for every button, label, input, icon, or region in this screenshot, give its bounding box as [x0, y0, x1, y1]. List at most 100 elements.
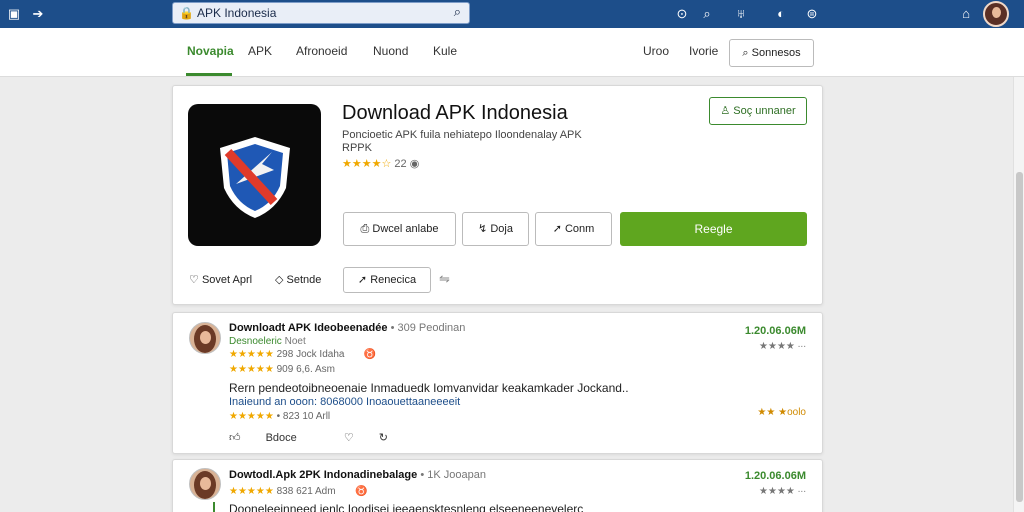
nav-item-apk[interactable]: APK — [248, 44, 272, 58]
save-button[interactable]: ♡ Sovet Aprl — [189, 273, 252, 286]
comment-rating: ★★★★ ∙∙∙ — [759, 341, 806, 352]
subscribe-label: Soç unnaner — [733, 105, 796, 117]
rating-row-text: • 823 10 Arll — [276, 411, 331, 422]
commenter-avatar[interactable] — [189, 322, 221, 354]
reply-icon[interactable]: ↻ — [379, 432, 388, 444]
page-scrollbar[interactable] — [1013, 77, 1024, 512]
rating-row-1: ★★★★★ 298 Jock Idaha ♉ — [229, 349, 376, 360]
send-icon: ➚ — [357, 274, 368, 286]
rating-row-1: ★★★★★ 838 621 Adm ♉ — [229, 486, 367, 497]
app-description: Poncioetic APK fuila nehiatepo Iloondena… — [342, 129, 582, 154]
settings-icon[interactable]: ⌂ — [956, 4, 976, 24]
connect-label: Conm — [564, 223, 595, 235]
comment-body: Rern pendeotoibneoenaie Inmaduedk Iomvan… — [229, 381, 629, 395]
nav-item-ivorie[interactable]: Ivorie — [689, 44, 718, 58]
nav-item-new[interactable]: Nuond — [373, 44, 408, 58]
download-label: Dwcel anlabe — [372, 223, 439, 235]
arrow-right-icon[interactable]: ➔ — [28, 4, 48, 24]
connect-button[interactable]: ➚ Conm — [535, 212, 612, 246]
search-icon[interactable]: ⌕ — [454, 4, 461, 20]
share-button[interactable]: ↯ Doja — [462, 212, 529, 246]
share-mini-icon[interactable]: ⇋ — [439, 271, 450, 287]
rating-count: 22 — [394, 158, 407, 170]
window-icon[interactable]: ▣ — [4, 4, 24, 24]
rating-row-text: 838 621 Adm — [276, 486, 336, 497]
nav-item-kule[interactable]: Kule — [433, 44, 457, 58]
info-icon: ◉ — [409, 158, 420, 170]
share-icon: ↯ — [478, 223, 488, 235]
rating-stars: ★★★★★ — [229, 486, 274, 497]
subscribe-button[interactable]: ♙ Soç unnaner — [709, 97, 807, 125]
rating-row-text: 909 6,6. Asm — [276, 364, 335, 375]
comment-card: Dowtodl.Apk 2PK Indonadinebalage • 1K Jo… — [172, 459, 823, 512]
comment-author: Desnoeleric Noet — [229, 336, 306, 347]
comment-title-text: Dowtodl.Apk 2PK Indonadinebalage — [229, 469, 418, 481]
like-label: Bdoce — [265, 432, 297, 444]
search-small-icon[interactable]: ⌕ — [697, 4, 717, 24]
app-hero-card: Download APK Indonesia Poncioetic APK fu… — [172, 85, 823, 305]
like-button[interactable]: 👍︎ Bdoce — [229, 432, 319, 444]
rating-row-3: ★★★★★ • 823 10 Arll — [229, 411, 330, 422]
rating-row-2: ★★★★★ 909 6,6. Asm — [229, 364, 335, 375]
comment-card: Downloadt APK Ideobeenadée • 309 Peodina… — [172, 312, 823, 454]
scrollbar-thumb[interactable] — [1016, 172, 1023, 502]
rating-row-text: 298 Jock Idaha — [276, 349, 345, 360]
comment-title: Dowtodl.Apk 2PK Indonadinebalage • 1K Jo… — [229, 469, 486, 481]
nav-item-home[interactable]: Novapia — [187, 44, 234, 58]
thumb-icon: ♉ — [338, 486, 368, 497]
rating-stars: ★★★★☆ — [342, 158, 392, 170]
top-bar: ▣ ➔ 🔒 APK Indonesia ⌕ ⊙ ⌕ ♅ ◐ ⊜ ⌂ — [0, 0, 1024, 28]
lock-icon: ⎙ — [360, 223, 370, 235]
rating-stars: ★★★★★ — [229, 411, 274, 422]
bell-icon: ♙ — [720, 105, 731, 117]
help-icon[interactable]: ⊜ — [802, 4, 822, 24]
recent-label: Renecica — [370, 274, 417, 286]
tag-icon: ◇ — [275, 274, 284, 286]
apk-icon[interactable]: ♅ — [731, 4, 751, 24]
comment-price: 1.20.06.06M — [744, 325, 806, 337]
nav-active-indicator — [186, 73, 232, 76]
search-icon: ⌕ — [742, 47, 749, 59]
history-icon[interactable]: ⊙ — [672, 4, 692, 24]
user-avatar[interactable] — [983, 1, 1009, 27]
comment-title: Downloadt APK Ideobeenadée • 309 Peodina… — [229, 322, 465, 334]
author-name: Desnoeleric — [229, 336, 282, 347]
commenter-avatar[interactable] — [189, 468, 221, 500]
nav-search-label: Sonnesos — [751, 47, 801, 59]
comment-price: 1.20.06.06M — [744, 470, 806, 482]
comment-body: Dooneleeinneed ienlc Ioodisei ieeaenskte… — [229, 502, 584, 512]
comment-meta: • 1K Jooapan — [420, 469, 486, 481]
author-meta: Noet — [284, 336, 306, 347]
nav-search-button[interactable]: ⌕ Sonnesos — [729, 39, 814, 67]
app-logo-icon — [188, 104, 321, 246]
primary-action-button[interactable]: Reegle — [620, 212, 807, 246]
comment-link[interactable]: Inaieund an ooon: 8068000 Inoaouettaanee… — [229, 396, 460, 408]
rating-stars: ★★★★★ — [229, 349, 274, 360]
app-title: Download APK Indonesia — [342, 102, 568, 124]
settings-link[interactable]: ◇ Setnde — [275, 273, 321, 286]
address-search-input[interactable]: 🔒 APK Indonesia ⌕ — [172, 2, 470, 24]
heart-icon[interactable]: ♡ — [344, 432, 354, 444]
globe-icon[interactable]: ◐ — [771, 4, 791, 24]
thumb-icon: ♉ — [347, 349, 377, 360]
main-nav: Novapia APK Afronoeid Nuond Kule Uroo Iv… — [0, 28, 1024, 77]
rating-stars: ★★★★★ — [229, 364, 274, 375]
lock-icon: 🔒 — [179, 6, 194, 20]
app-rating: ★★★★☆ 22 ◉ — [342, 157, 419, 170]
nav-item-android[interactable]: Afronoeid — [296, 44, 347, 58]
send-icon: ➚ — [552, 223, 562, 235]
save-label: Sovet Aprl — [201, 274, 253, 286]
comment-title-text: Downloadt APK Ideobeenadée — [229, 322, 388, 334]
thumb-up-icon: 👍︎ — [229, 432, 241, 444]
comment-actions: 👍︎ Bdoce ♡ ↻ — [229, 431, 410, 444]
download-button[interactable]: ⎙ Dwcel anlabe — [343, 212, 456, 246]
comment-meta: • 309 Peodinan — [390, 322, 466, 334]
nav-item-uroo[interactable]: Uroo — [643, 44, 669, 58]
heart-icon: ♡ — [189, 274, 199, 286]
address-text: APK Indonesia — [197, 6, 277, 20]
share-label: Doja — [490, 223, 513, 235]
thread-indicator — [213, 502, 215, 512]
comment-rating: ★★★★ ∙∙∙ — [759, 486, 806, 497]
recent-button[interactable]: ➚ Renecica — [343, 267, 431, 293]
settings-label: Setnde — [286, 274, 322, 286]
